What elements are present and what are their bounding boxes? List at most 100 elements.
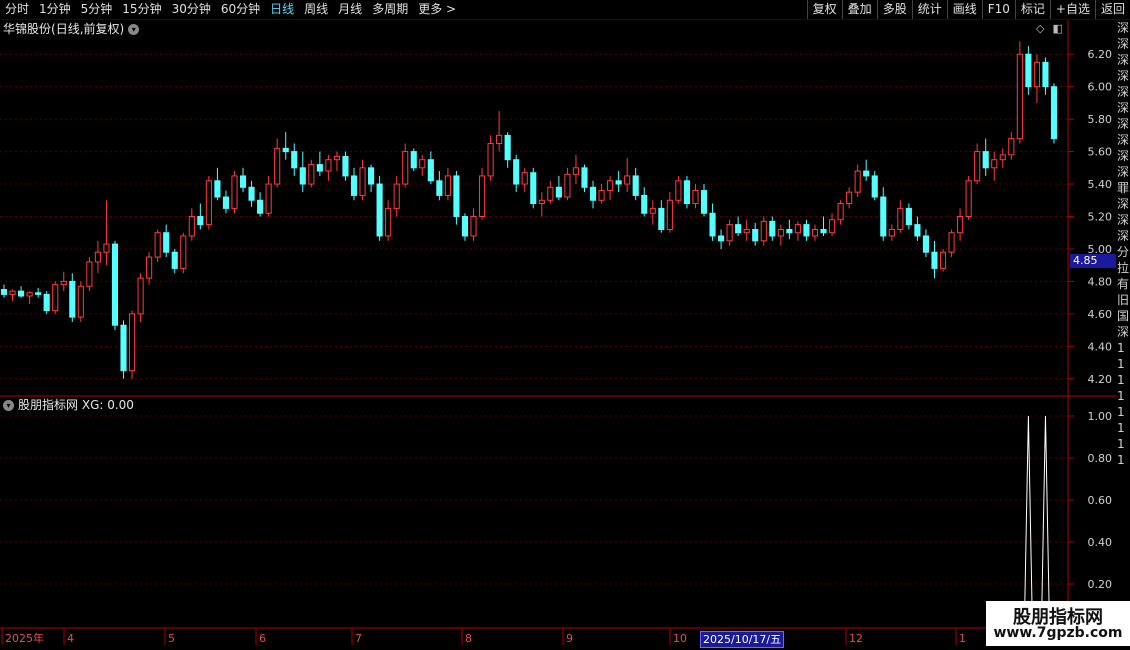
candle-body (828, 219, 836, 234)
strip-char: 深 (1117, 69, 1130, 83)
candle-body (974, 151, 981, 182)
price-tick-label: 4.40 (1088, 340, 1113, 353)
strip-char: 旧 (1117, 293, 1130, 307)
x-axis-label: 10 (673, 632, 687, 645)
strip-char: 1 (1117, 437, 1125, 451)
candle-body (350, 175, 358, 196)
price-tick-label: 4.80 (1088, 275, 1113, 288)
candle-body (163, 232, 170, 253)
candle-body (316, 164, 323, 172)
candle-body (726, 224, 733, 242)
candle-body (496, 134, 503, 144)
candle-body (43, 293, 50, 312)
strip-char: 深 (1117, 117, 1130, 131)
candle-body (965, 180, 972, 218)
strip-char: 1 (1117, 389, 1125, 403)
candle-body (743, 228, 750, 234)
candle-body (572, 167, 580, 175)
candle-body (52, 284, 59, 312)
indicator-tick-label: 0.40 (1088, 536, 1113, 549)
x-axis-label: 4 (67, 632, 74, 645)
candle-body (1033, 61, 1040, 88)
candle-body (205, 180, 212, 226)
candle-body (854, 170, 861, 193)
candle-body (239, 175, 247, 188)
candle-body (615, 180, 622, 185)
candle-body (820, 228, 827, 234)
candle-body (274, 147, 281, 185)
candle-body (641, 194, 648, 214)
candle-body (111, 243, 119, 326)
x-axis-label: 2025年 (5, 631, 44, 645)
candle-body (248, 186, 255, 201)
candle-body (811, 228, 819, 237)
candle-body (598, 190, 605, 201)
candle-body (709, 212, 716, 237)
candle-body (607, 180, 614, 192)
candle-body (120, 324, 127, 372)
candle-body (9, 290, 16, 295)
indicator-spike (1023, 415, 1033, 627)
selected-date-badge: 2025/10/17/五 (700, 631, 785, 648)
candle-body (487, 142, 494, 177)
candle-body (948, 232, 955, 253)
candle-body (624, 175, 631, 185)
candle-body (957, 216, 964, 234)
candle-body (402, 151, 409, 185)
candle-body (1042, 61, 1049, 88)
candle-body (760, 220, 767, 242)
candle-body (188, 216, 195, 237)
strip-char: 1 (1117, 405, 1125, 419)
chevron-down-icon[interactable]: ▾ (3, 400, 14, 411)
candle-body (282, 147, 289, 153)
candle-body (914, 224, 921, 237)
candle-body (427, 159, 434, 182)
candle-body (803, 224, 810, 237)
candle-body (555, 186, 562, 198)
x-axis-label: 8 (465, 632, 472, 645)
candle-body (564, 173, 571, 198)
candle-body (342, 155, 349, 177)
strip-char: 1 (1117, 421, 1125, 435)
candle-body (888, 228, 895, 237)
candle-body (214, 180, 221, 198)
strip-char: 深 (1117, 37, 1130, 51)
candle-body (0, 289, 8, 295)
candle-body (982, 151, 989, 169)
candle-body (453, 175, 460, 218)
strip-char: 拉 (1117, 261, 1130, 275)
candle-body (77, 285, 84, 318)
price-tick-label: 5.40 (1088, 178, 1113, 191)
candle-body (504, 134, 511, 161)
strip-char: 深 (1117, 213, 1130, 227)
watermark: 股朋指标网 www.7gpzb.com (986, 601, 1130, 646)
candle-body (1050, 86, 1058, 140)
candle-body (325, 159, 332, 172)
candle-body (470, 216, 477, 237)
strip-char: 1 (1117, 357, 1125, 371)
candle-body (171, 251, 178, 269)
strip-char: 深 (1117, 85, 1130, 99)
candle-body (94, 251, 101, 263)
candle-body (718, 235, 725, 242)
strip-char: 深 (1117, 53, 1130, 67)
right-info-strip: 深深深深深深深深深深罪深深深分拉有旧国深11111111 (1117, 20, 1130, 630)
price-tick-label: 4.20 (1088, 373, 1113, 386)
chart-canvas: 6.206.005.805.605.405.205.004.804.604.40… (0, 20, 1117, 645)
indicator-name: 股朋指标网 (18, 398, 79, 412)
strip-char: 国 (1117, 309, 1130, 323)
x-axis-label: 12 (849, 632, 863, 645)
candle-body (265, 183, 272, 214)
candle-body (880, 196, 887, 237)
candle-body (837, 203, 844, 221)
candle-body (589, 186, 597, 201)
strip-char: 1 (1117, 341, 1125, 355)
candle-body (700, 190, 708, 214)
candle-body (103, 243, 110, 253)
candle-body (658, 207, 665, 230)
indicator-title: ▾ 股朋指标网 XG: 0.00 (3, 397, 134, 413)
candle-body (530, 172, 537, 205)
candle-body (666, 199, 673, 230)
strip-char: 罪 (1117, 181, 1130, 195)
candle-body (521, 172, 528, 185)
